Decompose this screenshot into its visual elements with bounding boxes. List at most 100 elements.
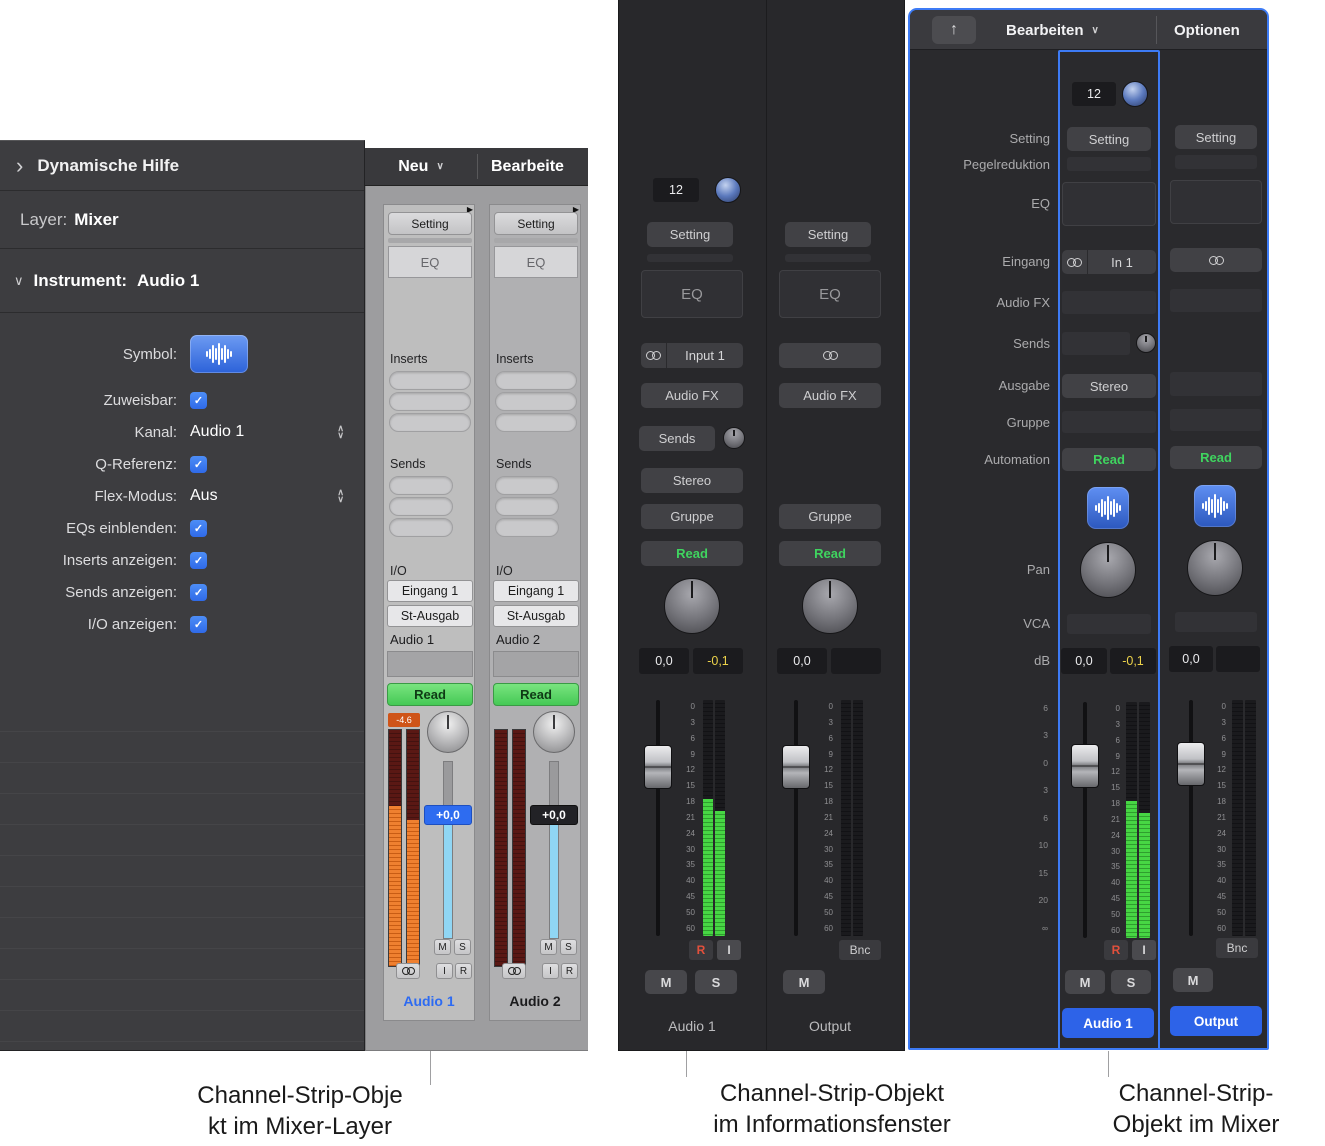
channel-strip-audio1-mixer[interactable]: 12 Setting In 1 Stereo Read 0,0 -0,1 <box>1058 50 1160 1050</box>
fader-handle[interactable] <box>644 745 672 789</box>
peak-value[interactable]: -0,1 <box>1110 648 1156 674</box>
vca-slot[interactable] <box>1175 612 1257 632</box>
peak-value[interactable]: -0,1 <box>693 648 743 674</box>
solo-button[interactable]: S <box>454 939 471 955</box>
send-slot[interactable] <box>389 518 453 537</box>
group-slot[interactable] <box>1170 409 1262 431</box>
record-button[interactable]: R <box>1104 940 1128 960</box>
insert-slot[interactable] <box>495 413 577 432</box>
fader-handle[interactable] <box>782 745 810 789</box>
strip-name[interactable]: Output <box>1170 1006 1262 1036</box>
input-monitor-button[interactable]: I <box>1132 940 1156 960</box>
insert-slot[interactable] <box>389 371 471 390</box>
input-monitor-button[interactable]: I <box>542 963 559 979</box>
send-slot[interactable] <box>495 497 559 516</box>
automation-mode-button[interactable]: Read <box>493 683 579 706</box>
strip-name[interactable]: Audio 2 <box>490 993 580 1009</box>
record-button[interactable]: R <box>455 963 472 979</box>
bounce-button[interactable]: Bnc <box>839 940 881 960</box>
stereo-format-button[interactable] <box>396 963 420 979</box>
solo-button[interactable]: S <box>1111 970 1151 994</box>
volume-value[interactable]: 0,0 <box>1169 646 1213 672</box>
automation-mode-button[interactable]: Read <box>1170 446 1262 469</box>
strip-name[interactable]: Audio 1 <box>639 1018 745 1034</box>
channel-strip-output-mixer[interactable]: Setting Read 0,0 03691215182124303540455… <box>1168 50 1266 1050</box>
automation-mode-button[interactable]: Read <box>1062 448 1156 471</box>
mute-button[interactable]: M <box>1065 970 1105 994</box>
kanal-stepper[interactable]: ∧ ∨ <box>337 425 344 439</box>
inserts-anzeigen-checkbox[interactable]: ✓ <box>190 552 207 569</box>
pan-knob[interactable] <box>802 578 858 634</box>
send-slot[interactable] <box>495 518 559 537</box>
pan-knob[interactable] <box>1187 540 1243 596</box>
zuweisbar-checkbox[interactable]: ✓ <box>190 392 207 409</box>
go-up-button[interactable]: ↑ <box>932 16 976 44</box>
peak-value[interactable] <box>831 648 881 674</box>
send-slot[interactable] <box>389 497 453 516</box>
record-button[interactable]: R <box>561 963 578 979</box>
gain-value[interactable]: 12 <box>1072 82 1116 106</box>
track-icon[interactable] <box>1194 485 1236 527</box>
dynamic-help-header[interactable]: › Dynamische Hilfe <box>0 141 364 191</box>
eq-display[interactable]: EQ <box>641 270 743 318</box>
output-button[interactable]: Stereo <box>1062 374 1156 398</box>
insert-slot[interactable] <box>495 371 577 390</box>
channel-strip-audio2-layer[interactable]: ▶ Setting EQ Inserts Sends I/O Eingang 1… <box>489 204 581 1021</box>
eq-display[interactable]: EQ <box>494 246 578 278</box>
input-monitor-button[interactable]: I <box>717 940 741 960</box>
audio-fx-button[interactable]: Audio FX <box>779 383 881 408</box>
send-slot[interactable] <box>389 476 453 495</box>
setting-button[interactable]: Setting <box>494 212 578 235</box>
eq-display[interactable] <box>1170 180 1262 224</box>
eqs-einblenden-checkbox[interactable]: ✓ <box>190 520 207 537</box>
output-button[interactable]: St-Ausgab <box>493 605 579 627</box>
strip-name[interactable]: Output <box>777 1018 883 1034</box>
volume-value[interactable]: 0,0 <box>639 648 689 674</box>
menu-bearbeiten[interactable]: Bearbeite <box>478 148 588 185</box>
pan-knob[interactable] <box>664 578 720 634</box>
strip-name[interactable]: Audio 1 <box>384 993 474 1009</box>
send-knob[interactable] <box>1136 333 1156 353</box>
solo-button[interactable]: S <box>560 939 577 955</box>
record-button[interactable]: R <box>689 940 713 960</box>
setting-button[interactable]: Setting <box>1175 125 1257 149</box>
automation-mode-button[interactable]: Read <box>641 541 743 566</box>
mute-button[interactable]: M <box>783 970 825 994</box>
fader-track[interactable] <box>1189 700 1193 936</box>
eq-display[interactable]: EQ <box>779 270 881 318</box>
peak-value[interactable] <box>1216 646 1260 672</box>
setting-button[interactable]: Setting <box>388 212 472 235</box>
menu-bearbeiten[interactable]: Bearbeiten ∨ <box>1006 10 1099 50</box>
volume-value[interactable]: 0,0 <box>777 648 827 674</box>
stereo-format-button[interactable] <box>502 963 526 979</box>
group-button[interactable]: Gruppe <box>641 504 743 529</box>
fader-value[interactable]: +0,0 <box>424 805 472 825</box>
bounce-button[interactable]: Bnc <box>1216 938 1258 958</box>
input-format-button[interactable] <box>1170 248 1262 272</box>
instrument-header[interactable]: ∨ Instrument: Audio 1 <box>0 249 364 313</box>
channel-strip-audio1-info[interactable]: 12 Setting EQ Input 1 Audio FX Sends Ste… <box>639 0 745 1051</box>
insert-slot[interactable] <box>389 392 471 411</box>
eq-display[interactable]: EQ <box>388 246 472 278</box>
setting-button[interactable]: Setting <box>1067 127 1151 151</box>
output-button[interactable]: St-Ausgab <box>387 605 473 627</box>
channel-strip-output-info[interactable]: Setting EQ Audio FX Gruppe Read 0,0 0369… <box>777 0 883 1051</box>
automation-mode-button[interactable]: Read <box>387 683 473 706</box>
pan-knob[interactable] <box>1080 542 1136 598</box>
insert-slot[interactable] <box>389 413 471 432</box>
flex-modus-stepper[interactable]: ∧ ∨ <box>337 489 344 503</box>
eq-display[interactable] <box>1062 182 1156 226</box>
input-button[interactable]: Input 1 <box>641 343 743 368</box>
output-button[interactable]: Stereo <box>641 468 743 493</box>
pan-knob[interactable] <box>533 711 575 753</box>
q-referenz-checkbox[interactable]: ✓ <box>190 456 207 473</box>
insert-slot[interactable] <box>495 392 577 411</box>
fader-value[interactable]: +0,0 <box>530 805 578 825</box>
audio-fx-slot[interactable] <box>1062 291 1156 314</box>
sends-button[interactable]: Sends <box>639 426 715 451</box>
volume-value[interactable]: 0,0 <box>1061 648 1107 674</box>
mute-button[interactable]: M <box>540 939 557 955</box>
menu-optionen[interactable]: Optionen <box>1174 10 1240 50</box>
send-knob[interactable] <box>723 427 745 449</box>
send-slot[interactable] <box>1062 332 1130 355</box>
